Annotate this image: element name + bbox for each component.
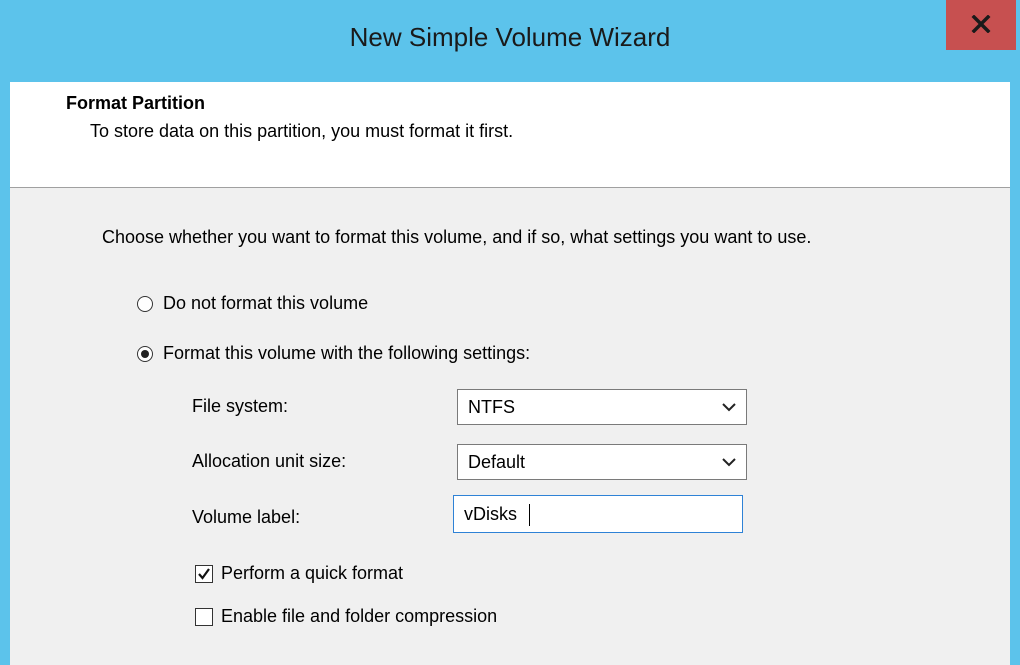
- chevron-down-icon: [722, 458, 736, 467]
- radio-button-unchecked[interactable]: [137, 295, 153, 312]
- instructions-text: Choose whether you want to format this v…: [102, 227, 812, 247]
- page-title: Format Partition: [66, 93, 206, 113]
- close-button[interactable]: [946, 0, 1016, 50]
- wizard-header: Format Partition To store data on this p…: [10, 82, 1010, 187]
- chevron-down-icon: [722, 403, 736, 412]
- volume-label-input[interactable]: vDisks: [453, 495, 743, 533]
- radio-format-volume[interactable]: Format this volume with the following se…: [137, 343, 530, 364]
- volume-label-label: Volume label:: [192, 507, 301, 527]
- checkbox-unchecked[interactable]: [195, 607, 213, 626]
- radio-label-do-not-format: Do not format this volume: [163, 293, 369, 313]
- check-icon: [198, 567, 210, 580]
- compression-label: Enable file and folder compression: [221, 606, 498, 626]
- volume-label-value: vDisks: [464, 504, 517, 524]
- checkbox-checked[interactable]: [195, 564, 213, 583]
- file-system-label: File system:: [192, 396, 289, 416]
- radio-label-format-volume: Format this volume with the following se…: [163, 343, 531, 363]
- allocation-unit-size-value: Default: [468, 452, 526, 472]
- quick-format-checkbox[interactable]: Perform a quick format: [195, 563, 403, 584]
- page-subtitle: To store data on this partition, you mus…: [90, 121, 514, 141]
- compression-checkbox[interactable]: Enable file and folder compression: [195, 606, 497, 627]
- allocation-unit-size-select[interactable]: Default: [457, 444, 747, 480]
- radio-button-checked[interactable]: [137, 345, 153, 362]
- title-bar[interactable]: New Simple Volume Wizard: [0, 0, 1020, 82]
- file-system-value: NTFS: [468, 397, 515, 417]
- close-icon: [971, 15, 991, 33]
- quick-format-label: Perform a quick format: [221, 563, 404, 583]
- allocation-unit-size-label: Allocation unit size:: [192, 451, 347, 471]
- radio-do-not-format[interactable]: Do not format this volume: [137, 293, 368, 314]
- window-title: New Simple Volume Wizard: [349, 22, 671, 52]
- file-system-select[interactable]: NTFS: [457, 389, 747, 425]
- header-divider: [10, 187, 1010, 188]
- text-cursor: [529, 504, 530, 526]
